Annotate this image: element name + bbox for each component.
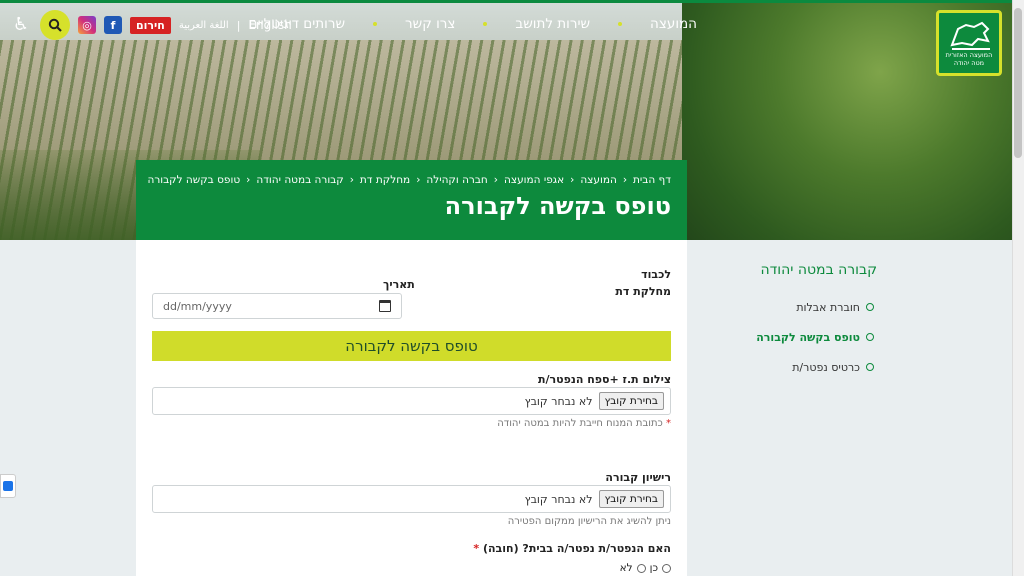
lang-separator: | — [236, 18, 241, 32]
top-accent-line — [0, 0, 1012, 3]
page-title: טופס בקשה לקבורה — [444, 192, 671, 220]
burial-request-form: לכבוד מחלקת דת תאריך dd/mm/yyyy טופס בקש… — [136, 240, 687, 576]
circle-bullet-icon — [866, 363, 874, 371]
breadcrumb-society[interactable]: חברה וקהילה — [426, 174, 487, 186]
to-label: לכבוד — [641, 268, 671, 281]
lion-icon — [950, 21, 990, 50]
circle-bullet-icon — [866, 303, 874, 311]
address-note: * כתובת המנוח חייבת להיות במטה יהודה — [497, 418, 671, 429]
chevron-left-icon: ‹ — [493, 174, 498, 186]
menu-dot-icon — [373, 22, 378, 26]
side-widget-tab[interactable] — [0, 474, 16, 498]
department-label: מחלקת דת — [615, 285, 671, 298]
date-input[interactable]: dd/mm/yyyy — [152, 293, 402, 319]
address-note-text: כתובת המנוח חייבת להיות במטה יהודה — [497, 418, 663, 429]
lang-arabic-link[interactable]: اللغة العربية — [179, 20, 229, 31]
utility-bar: ♿ ◎ f חירום اللغة العربية | English — [10, 10, 292, 40]
menu-dot-icon — [483, 22, 488, 26]
breadcrumb-current: טופס בקשה לקבורה — [147, 174, 241, 186]
form-title-banner: טופס בקשה לקבורה — [152, 331, 671, 361]
died-at-home-question: האם הנפטר/ת נפטר/ה בבית? (חובה) * — [473, 542, 671, 555]
date-label: תאריך — [383, 278, 415, 291]
council-logo[interactable]: המועצה האזורית מטה יהודה — [936, 10, 1002, 76]
sidebar-title: קבורה במטה יהודה — [760, 262, 878, 278]
required-star: * — [666, 418, 671, 429]
no-file-text: לא נבחר קובץ — [524, 492, 593, 506]
radio-no[interactable] — [636, 563, 646, 573]
breadcrumb-departments[interactable]: אגפי המועצה — [504, 174, 564, 186]
calendar-icon[interactable] — [379, 300, 391, 312]
choose-file-button[interactable]: בחירת קובץ — [598, 392, 664, 410]
menu-item-contact[interactable]: צרו קשר — [405, 16, 455, 32]
died-at-home-radio-group: כן לא — [620, 562, 671, 574]
instagram-icon[interactable]: ◎ — [78, 16, 96, 34]
burial-license-file-input[interactable]: בחירת קובץ לא נבחר קובץ — [152, 485, 671, 513]
sidebar-item-label: טופס בקשה לקבורה — [756, 330, 860, 344]
menu-item-resident-service[interactable]: שירות לתושב — [515, 16, 590, 32]
id-copy-file-input[interactable]: בחירת קובץ לא נבחר קובץ — [152, 387, 671, 415]
died-at-home-text: האם הנפטר/ת נפטר/ה בבית? (חובה) — [482, 542, 671, 555]
page-scrollbar[interactable] — [1012, 0, 1024, 576]
no-file-text: לא נבחר קובץ — [524, 394, 593, 408]
license-note: ניתן להשיג את הרישיון ממקום הפטירה — [507, 516, 671, 527]
widget-icon — [3, 481, 13, 491]
search-button[interactable] — [40, 10, 70, 40]
sidebar-item-deceased-card[interactable]: כרטיס נפטר/ת — [752, 352, 874, 382]
breadcrumb-religion-dept[interactable]: מחלקת דת — [360, 174, 410, 186]
id-copy-label: צילום ת.ז +ספח הנפטר/ת — [538, 373, 671, 386]
chevron-left-icon: ‹ — [416, 174, 421, 186]
menu-item-council[interactable]: המועצה — [650, 16, 697, 32]
scrollbar-thumb[interactable] — [1014, 8, 1022, 158]
emergency-button[interactable]: חירום — [130, 16, 171, 34]
menu-dot-icon — [618, 22, 623, 26]
required-star: * — [473, 542, 480, 555]
burial-license-label: רישיון קבורה — [605, 471, 671, 484]
breadcrumb-home[interactable]: דף הבית — [633, 174, 671, 186]
accessibility-icon[interactable]: ♿ — [10, 14, 32, 36]
logo-text: המועצה האזורית מטה יהודה — [945, 51, 993, 67]
sidebar-item-mourning-booklet[interactable]: חוברת אבלות — [752, 292, 874, 322]
breadcrumb: דף הבית ‹ המועצה ‹ אגפי המועצה ‹ חברה וקהיל… — [147, 174, 671, 186]
sidebar-item-label: כרטיס נפטר/ת — [792, 360, 860, 374]
radio-no-label: לא — [619, 562, 633, 574]
main-menu: המועצה שירות לתושב צרו קשר שרותים דיגיטל… — [249, 16, 697, 32]
radio-yes-label: כן — [649, 562, 658, 574]
top-navigation: המועצה האזורית מטה יהודה המועצה שירות לת… — [0, 8, 1012, 76]
facebook-icon[interactable]: f — [104, 16, 122, 34]
choose-file-button[interactable]: בחירת קובץ — [598, 490, 664, 508]
sidebar-item-burial-request[interactable]: טופס בקשה לקבורה — [752, 322, 874, 352]
radio-yes[interactable] — [662, 563, 671, 573]
breadcrumb-burial[interactable]: קבורה במטה יהודה — [256, 174, 343, 186]
page-header-box: דף הבית ‹ המועצה ‹ אגפי המועצה ‹ חברה וקהיל… — [136, 160, 687, 240]
chevron-left-icon: ‹ — [570, 174, 575, 186]
search-icon — [48, 18, 62, 32]
breadcrumb-council[interactable]: המועצה — [580, 174, 617, 186]
lang-english-link[interactable]: English — [248, 18, 291, 32]
sidebar-item-label: חוברת אבלות — [796, 300, 860, 314]
chevron-left-icon: ‹ — [622, 174, 628, 186]
circle-bullet-icon — [866, 333, 874, 341]
date-input-value: dd/mm/yyyy — [163, 299, 232, 313]
chevron-left-icon: ‹ — [246, 174, 251, 186]
chevron-left-icon: ‹ — [349, 174, 354, 186]
sidebar-menu: חוברת אבלות טופס בקשה לקבורה כרטיס נפטר/… — [752, 292, 874, 382]
